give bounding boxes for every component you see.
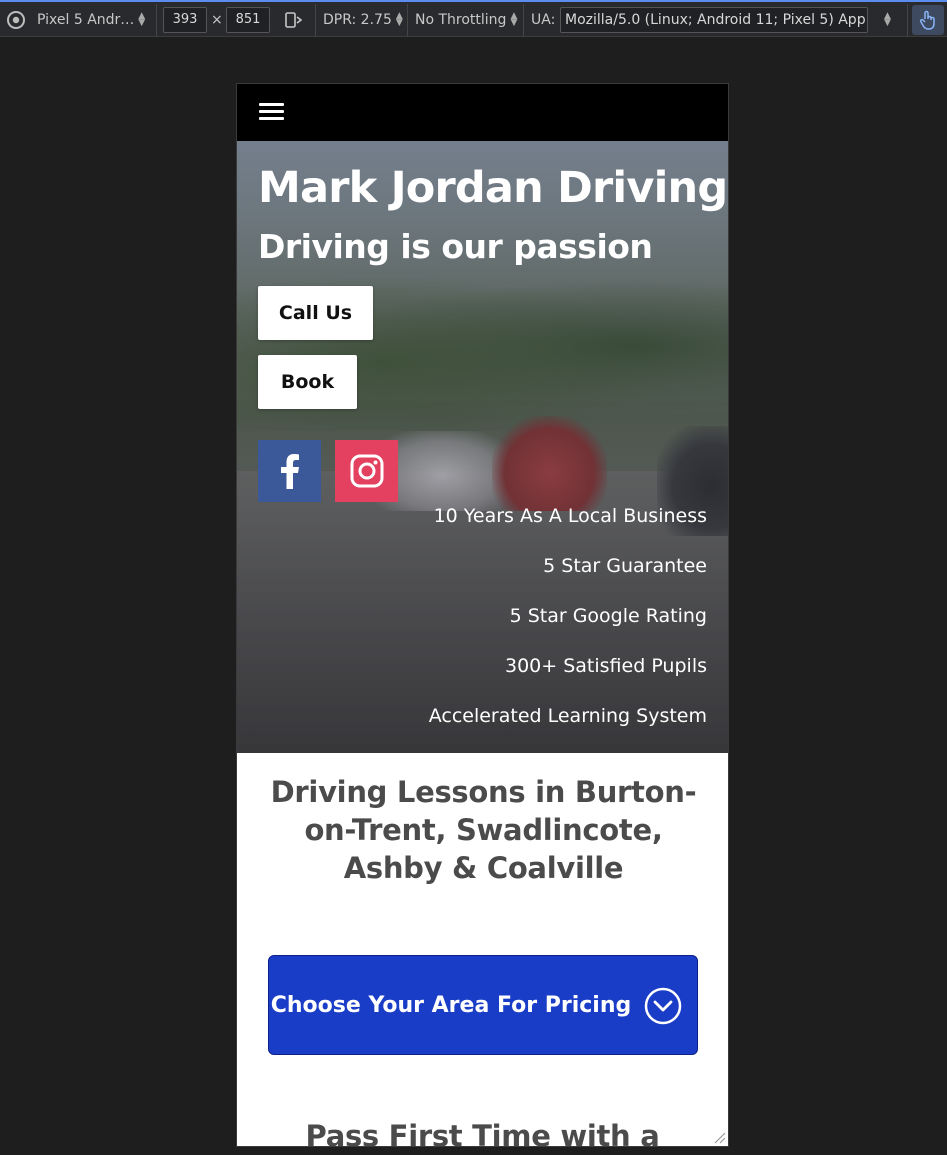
call-us-button[interactable]: Call Us xyxy=(258,286,373,340)
facebook-button[interactable] xyxy=(258,440,321,502)
width-input[interactable]: 393 xyxy=(163,6,207,33)
hero-subtitle: Driving is our passion xyxy=(258,227,653,266)
usp-item: 300+ Satisfied Pupils xyxy=(505,655,707,677)
touch-toggle-button[interactable] xyxy=(912,5,944,35)
next-section-title: Pass First Time with a xyxy=(305,1119,660,1147)
throttling-selector[interactable]: No Throttling ▲ ▼ xyxy=(415,2,517,37)
dimension-separator: × xyxy=(211,11,223,28)
height-input[interactable]: 851 xyxy=(226,6,270,33)
hamburger-menu-icon[interactable] xyxy=(259,103,284,121)
facebook-icon xyxy=(280,454,299,489)
throttling-label: No Throttling xyxy=(415,11,507,28)
usp-item: 10 Years As A Local Business xyxy=(433,505,707,527)
dpr-label: DPR: 2.75 xyxy=(323,11,392,28)
usp-item: 5 Star Guarantee xyxy=(543,555,707,577)
select-arrows-icon: ▲ ▼ xyxy=(395,10,403,28)
resize-handle-icon[interactable] xyxy=(712,1130,726,1144)
dpr-selector[interactable]: DPR: 2.75 ▲ ▼ xyxy=(323,2,403,37)
device-name: Pixel 5 Andr… xyxy=(37,11,135,28)
usp-item: Accelerated Learning System xyxy=(428,705,707,727)
hero-title: Mark Jordan Driving xyxy=(258,163,728,213)
choose-area-button[interactable]: Choose Your Area For Pricing xyxy=(268,955,698,1055)
section-title: Driving Lessons in Burton-on-Trent, Swad… xyxy=(270,775,697,885)
instagram-icon xyxy=(350,454,383,488)
hand-pointer-icon xyxy=(919,10,935,30)
select-arrows-icon: ▲ ▼ xyxy=(138,10,146,28)
hero-section: Mark Jordan Driving Driving is our passi… xyxy=(237,141,728,753)
device-toolbar: Pixel 5 Andr… ▲ ▼ 393 × 851 DPR: 2.75 ▲ ▼ … xyxy=(0,0,947,37)
instagram-button[interactable] xyxy=(335,440,398,502)
device-viewport: Mark Jordan Driving Driving is our passi… xyxy=(236,83,729,1147)
choose-area-label: Choose Your Area For Pricing xyxy=(270,992,632,1018)
device-selector[interactable]: Pixel 5 Andr… ▲ ▼ xyxy=(37,2,145,37)
chrome-icon xyxy=(6,2,26,37)
ua-label: UA: xyxy=(531,11,556,28)
top-navigation xyxy=(237,84,728,141)
chevron-down-circle-icon xyxy=(644,987,682,1025)
rotate-icon[interactable] xyxy=(283,2,303,37)
book-button[interactable]: Book xyxy=(258,355,357,409)
ua-select-arrows-icon[interactable]: ▲ ▼ xyxy=(880,2,891,37)
user-agent-input[interactable]: Mozilla/5.0 (Linux; Android 11; Pixel 5)… xyxy=(560,6,868,33)
usp-item: 5 Star Google Rating xyxy=(509,605,707,627)
select-arrows-icon: ▲ ▼ xyxy=(510,10,518,28)
